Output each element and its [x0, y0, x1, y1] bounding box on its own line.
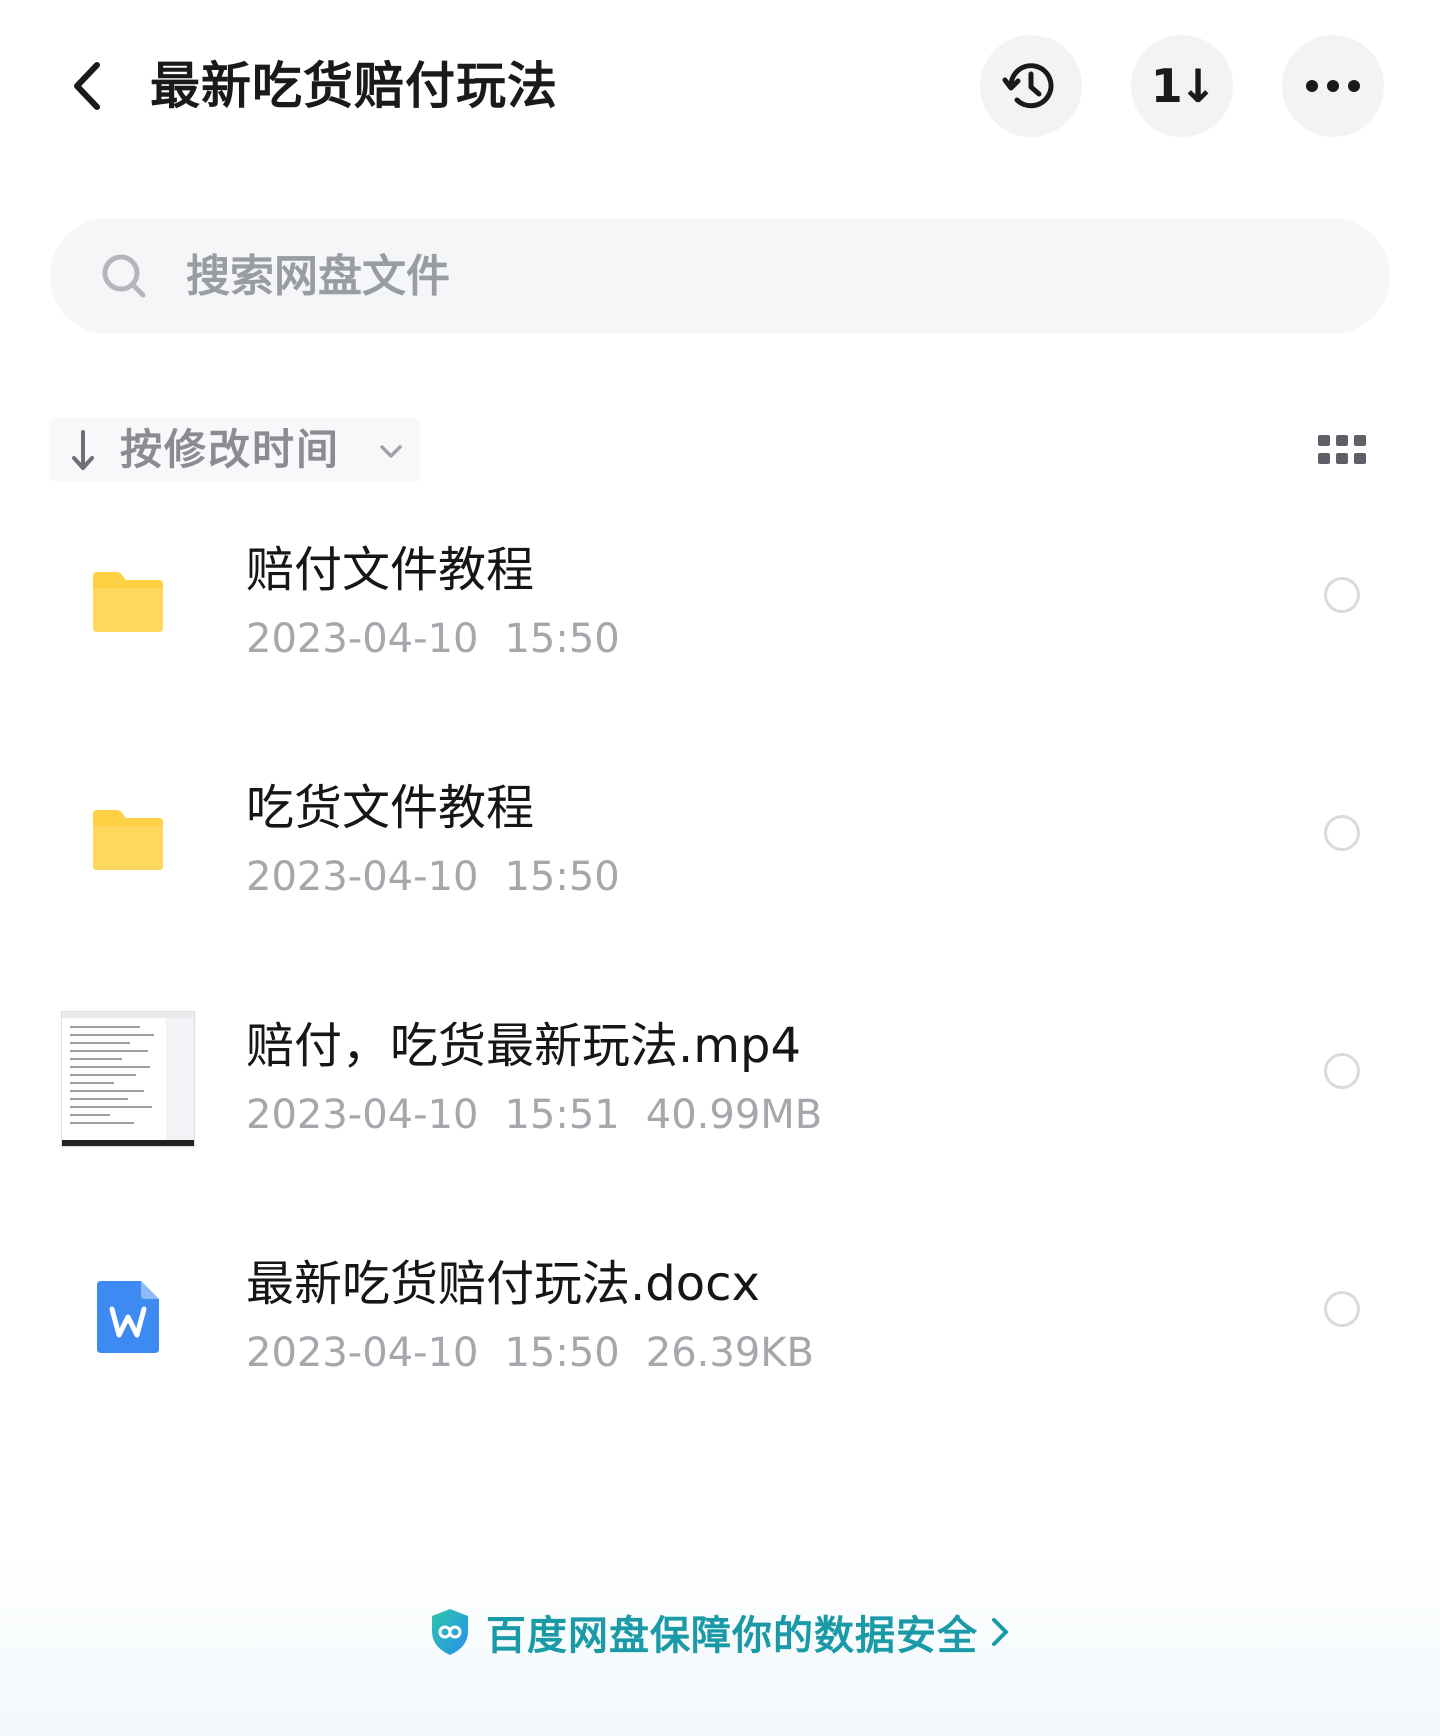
back-button[interactable] — [58, 52, 114, 120]
sort-label: 按修改时间 — [120, 425, 341, 474]
transfer-sort-button[interactable]: 1↓ — [1131, 35, 1233, 137]
file-date: 2023-04-10 — [246, 616, 479, 662]
grid-view-icon[interactable] — [1318, 435, 1366, 465]
select-checkbox[interactable] — [1324, 1291, 1360, 1327]
file-time: 15:50 — [504, 616, 620, 662]
file-list-item[interactable]: 赔付文件教程 2023-04-10 15:50 — [0, 505, 1440, 705]
video-thumbnail — [60, 1010, 195, 1147]
file-name: 赔付，吃货最新玩法.mp4 — [246, 1018, 802, 1074]
page-title: 最新吃货赔付玩法 — [150, 57, 558, 115]
search-icon — [102, 254, 146, 298]
history-button[interactable] — [980, 35, 1082, 137]
file-date: 2023-04-10 — [246, 1092, 479, 1138]
sort-direction-icon — [72, 430, 94, 470]
history-icon — [1002, 63, 1054, 109]
word-doc-icon — [96, 1280, 159, 1353]
file-name: 吃货文件教程 — [246, 780, 535, 836]
file-meta: 2023-04-10 15:50 — [246, 611, 646, 667]
file-meta: 2023-04-10 15:50 26.39KB — [246, 1325, 840, 1381]
select-checkbox[interactable] — [1324, 577, 1360, 613]
file-time: 15:50 — [504, 854, 620, 900]
chevron-down-icon — [380, 445, 402, 458]
security-link[interactable]: 百度网盘保障你的数据安全 — [0, 1600, 1440, 1664]
file-date: 2023-04-10 — [246, 1330, 479, 1376]
file-meta: 2023-04-10 15:50 — [246, 849, 646, 905]
file-size: 26.39KB — [645, 1330, 814, 1376]
back-arrow-icon — [74, 62, 100, 110]
file-meta: 2023-04-10 15:51 40.99MB — [246, 1087, 848, 1143]
file-name: 赔付文件教程 — [246, 542, 535, 598]
folder-icon — [92, 809, 163, 870]
select-checkbox[interactable] — [1324, 1053, 1360, 1089]
chevron-right-icon — [992, 1618, 1008, 1646]
security-text: 百度网盘保障你的数据安全 — [486, 1613, 978, 1659]
transfer-sort-icon: 1↓ — [1150, 59, 1218, 113]
file-date: 2023-04-10 — [246, 854, 479, 900]
file-time: 15:51 — [504, 1092, 620, 1138]
shield-icon — [432, 1609, 468, 1655]
select-checkbox[interactable] — [1324, 815, 1360, 851]
search-input[interactable] — [186, 240, 1286, 312]
folder-icon — [92, 571, 163, 632]
file-size: 40.99MB — [645, 1092, 823, 1138]
more-options-button[interactable] — [1282, 35, 1384, 137]
file-time: 15:50 — [504, 1330, 620, 1376]
file-name: 最新吃货赔付玩法.docx — [246, 1256, 760, 1312]
top-bar: 最新吃货赔付玩法 1↓ — [0, 0, 1440, 170]
file-list-item[interactable]: 最新吃货赔付玩法.docx 2023-04-10 15:50 26.39KB — [0, 1219, 1440, 1419]
file-list-item[interactable]: 赔付，吃货最新玩法.mp4 2023-04-10 15:51 40.99MB — [0, 981, 1440, 1181]
file-list-item[interactable]: 吃货文件教程 2023-04-10 15:50 — [0, 743, 1440, 943]
more-dots-icon — [1306, 80, 1360, 92]
